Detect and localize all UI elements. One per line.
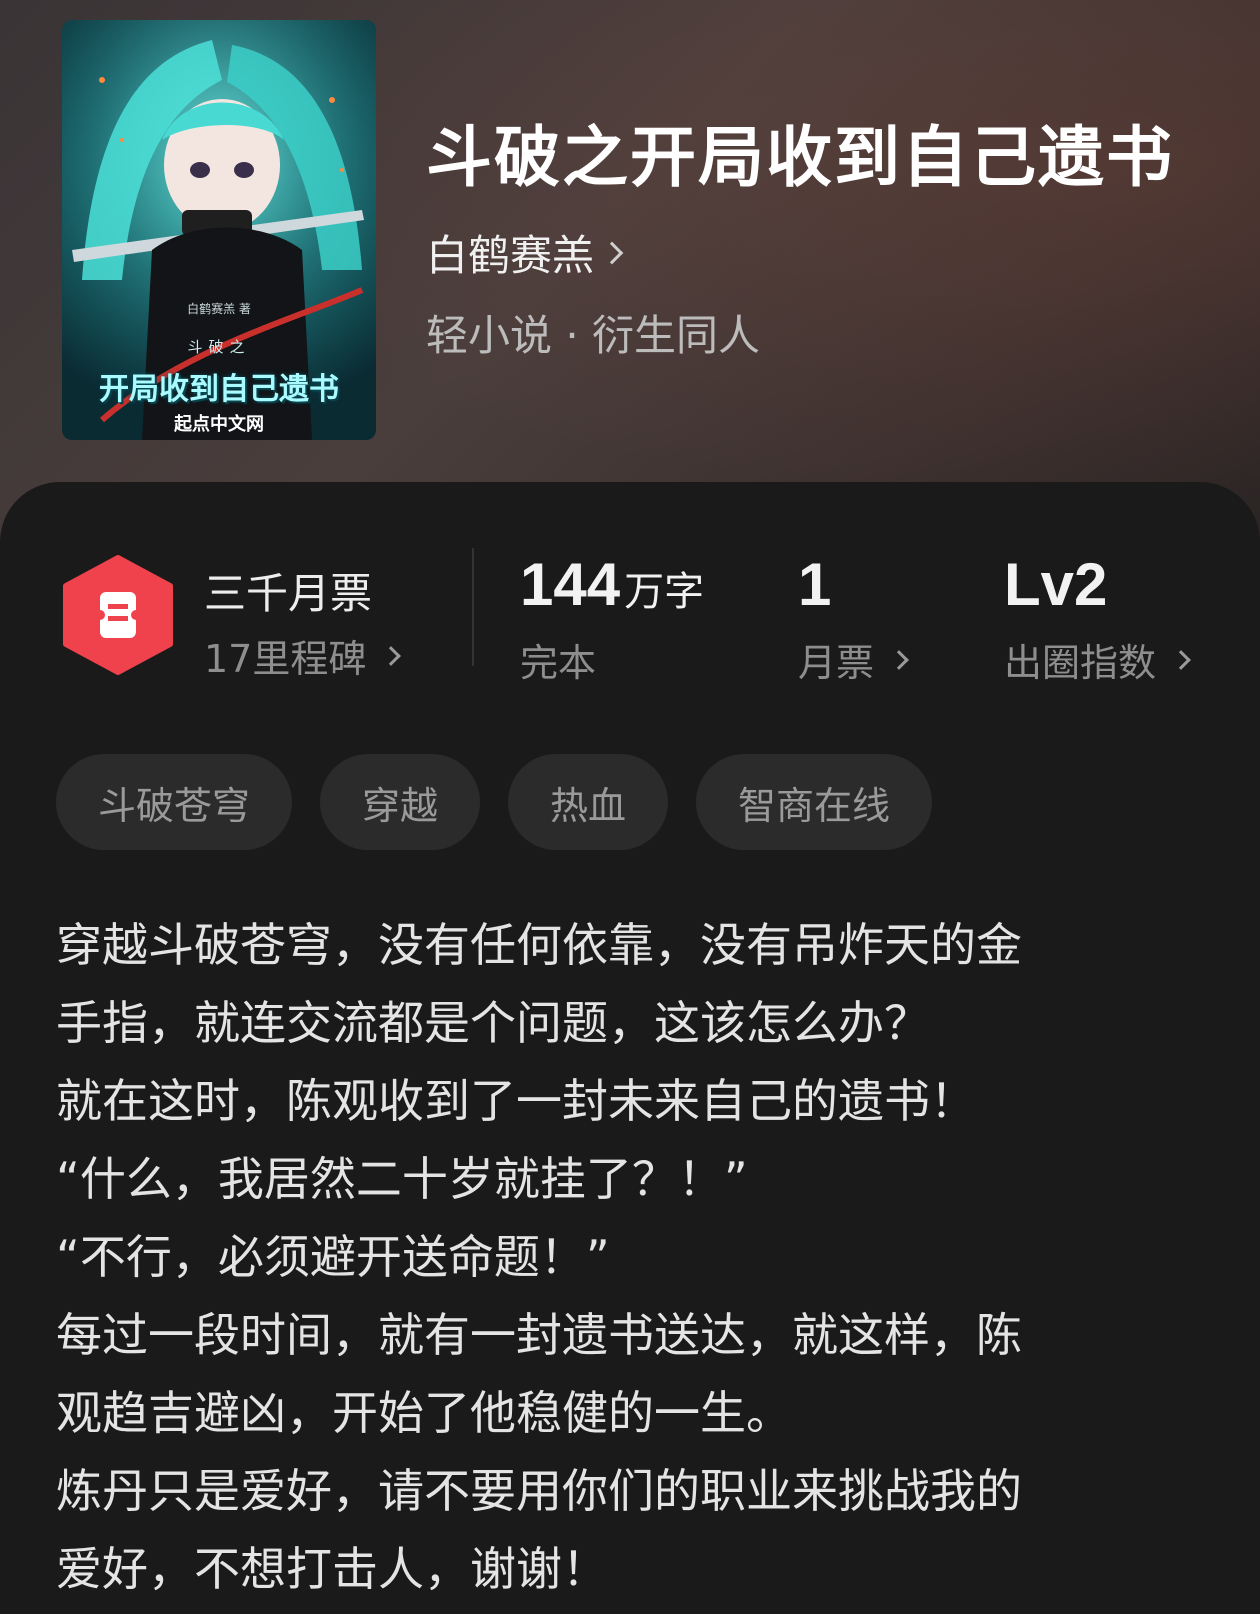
tag-chip[interactable]: 斗破苍穹 [56,754,293,850]
synopsis-line: 穿越斗破苍穹，没有任何依靠，没有吊炸天的金 [56,918,1022,972]
book-info-card: 三千月票 17里程碑 144 万字 完本 1 月票 Lv2 出圈指数 斗破苍穹 穿… [0,482,1260,1614]
word-count: 144 万字 [520,550,704,619]
synopsis-line: 爱好，不想打击人，谢谢！ [56,1542,608,1596]
book-synopsis: 穿越斗破苍穹，没有任何依靠，没有吊炸天的金 手指，就连交流都是个问题，这该怎么办… [56,906,1206,1608]
author-name: 白鹤赛羔 [426,231,595,280]
synopsis-line: 炼丹只是爱好，请不要用你们的职业来挑战我的 [56,1464,1022,1518]
book-title: 斗破之开局收到自己遗书 [426,118,1174,196]
synopsis-line: 每过一段时间，就有一封遗书送达，就这样，陈 [56,1308,1022,1362]
author-link[interactable]: 白鹤赛羔 [426,222,624,283]
synopsis-line: 就在这时，陈观收到了一封未来自己的遗书！ [56,1074,976,1128]
ticket-badge-icon[interactable] [62,554,174,676]
word-count-value: 144 [520,551,621,618]
word-count-unit: 万字 [624,569,705,615]
chevron-right-icon [889,649,909,670]
cover-title: 开局收到自己遗书 [99,372,339,407]
monthly-votes-value: 1 [798,551,832,618]
synopsis-line: “不行，必须避开送命题！” [56,1230,610,1284]
stats-divider [472,548,474,666]
synopsis-line: “什么，我居然二十岁就挂了？！” [56,1152,748,1206]
chevron-right-icon [1171,649,1191,670]
popularity-label: 出圈指数 [1004,641,1157,685]
status-label: 完本 [520,632,596,687]
popularity-link[interactable]: 出圈指数 [1004,632,1191,687]
book-genre: 轻小说 · 衍生同人 [426,311,761,360]
chevron-right-icon [600,241,624,264]
tag-chip[interactable]: 热血 [508,754,669,850]
monthly-votes-label: 月票 [798,641,875,685]
synopsis-line: 观趋吉避凶，开始了他稳健的一生。 [56,1386,792,1440]
tag-chip[interactable]: 智商在线 [696,754,933,850]
book-cover[interactable]: 白鹤赛羔 著 斗破之 开局收到自己遗书 起点中文网 [62,20,376,440]
tag-list: 斗破苍穹 穿越 热血 智商在线 [56,754,933,850]
milestone-link[interactable]: 17里程碑 [204,628,402,683]
popularity-level: Lv2 [1004,551,1108,618]
synopsis-line: 手指，就连交流都是个问题，这该怎么办？ [56,996,930,1050]
monthly-ticket-milestone-title: 三千月票 [204,569,373,618]
milestone-label: 17里程碑 [204,637,367,681]
tag-chip[interactable]: 穿越 [320,754,481,850]
cover-pre-title: 斗破之 [187,338,251,356]
status-text: 完本 [520,641,597,685]
cover-author-text: 白鹤赛羔 著 [187,302,251,316]
monthly-votes-link[interactable]: 月票 [798,632,909,687]
chevron-right-icon [381,645,402,666]
cover-publisher: 起点中文网 [174,414,264,435]
